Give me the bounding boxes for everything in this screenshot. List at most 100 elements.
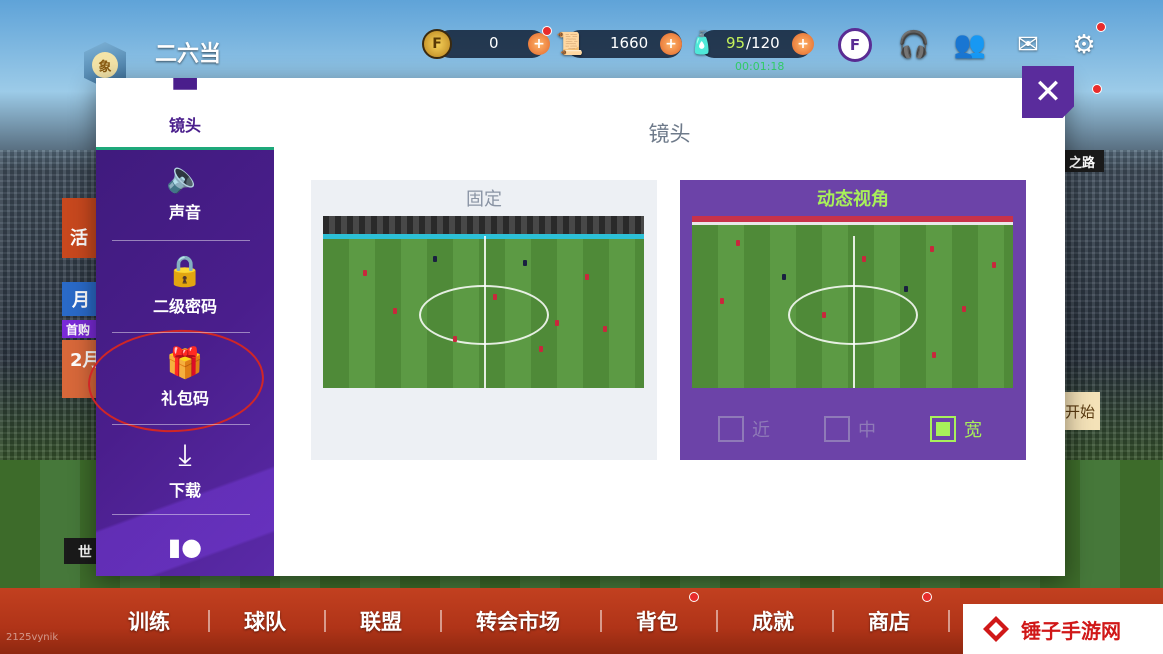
- menu-item-label: 声音: [168, 203, 201, 222]
- settings-modal: ▀ 镜头 🔈 声音 🔒 二级密码 🎁 礼包码 ⤓ 下载 ▮● 镜头 固定 动态视…: [96, 78, 1065, 576]
- player-marker: [555, 320, 559, 326]
- checkbox: [824, 416, 850, 442]
- nav-league[interactable]: 联盟: [360, 606, 402, 636]
- nav-team[interactable]: 球队: [244, 606, 286, 636]
- notification-dot: [542, 26, 552, 36]
- support-icon[interactable]: 🎧: [896, 28, 932, 62]
- menu-divider: [112, 240, 250, 241]
- nav-achievements[interactable]: 成就: [752, 606, 794, 636]
- account-icon: ▮●: [167, 533, 203, 561]
- player-marker: [720, 298, 724, 304]
- player-marker: [930, 246, 934, 252]
- nav-separator: [208, 610, 210, 632]
- player-marker: [433, 256, 437, 262]
- road-tag[interactable]: 之路: [1060, 150, 1104, 172]
- nav-separator: [948, 610, 950, 632]
- player-marker: [393, 308, 397, 314]
- lock-icon: 🔒: [166, 254, 204, 289]
- stands: [323, 216, 644, 236]
- start-button[interactable]: 开始: [1060, 392, 1100, 430]
- site-watermark: 锤子手游网: [963, 604, 1163, 654]
- camera-icon: ▀: [173, 78, 197, 108]
- player-marker: [539, 346, 543, 352]
- zoom-option-near[interactable]: 近: [718, 416, 770, 442]
- camera-option-fixed[interactable]: 固定: [311, 180, 657, 460]
- close-button[interactable]: ✕: [1022, 66, 1074, 118]
- camera-preview-fixed: [323, 216, 644, 388]
- nav-training[interactable]: 训练: [128, 606, 170, 636]
- nav-transfer-market[interactable]: 转会市场: [476, 606, 560, 636]
- menu-item-account[interactable]: ▮●: [96, 518, 274, 576]
- add-stamina-button[interactable]: +: [792, 33, 814, 55]
- checkbox: [718, 416, 744, 442]
- user-id: 2125vynik: [6, 632, 59, 643]
- notification-dot: [689, 592, 699, 602]
- friends-icon[interactable]: 👥: [952, 28, 988, 62]
- camera-option-dynamic[interactable]: 动态视角 近 中 宽: [680, 180, 1026, 460]
- side-banner-world-label: 世: [78, 545, 92, 561]
- player-marker: [932, 352, 936, 358]
- player-marker: [992, 262, 996, 268]
- tf-currency-icon[interactable]: F: [838, 28, 872, 62]
- zoom-option-medium[interactable]: 中: [824, 416, 876, 442]
- settings-sidebar: ▀ 镜头 🔈 声音 🔒 二级密码 🎁 礼包码 ⤓ 下载 ▮●: [96, 78, 274, 576]
- hammer-logo-icon: [983, 616, 1009, 642]
- side-banner-month-label: 月: [72, 290, 90, 311]
- ad-boards: [692, 222, 1013, 225]
- side-banner-first-label: 首购: [66, 323, 91, 337]
- add-coins-button[interactable]: +: [528, 33, 550, 55]
- player-marker: [603, 326, 607, 332]
- player-name[interactable]: 二六当: [155, 36, 221, 68]
- panel-title: 镜头: [648, 122, 691, 146]
- player-marker: [493, 294, 497, 300]
- player-marker: [822, 312, 826, 318]
- nav-shop[interactable]: 商店: [868, 606, 910, 636]
- player-marker: [736, 240, 740, 246]
- side-banner-activity-label: 活: [70, 228, 88, 249]
- top-bar: 象 二六当 F 0 + 📜 1660 + 🧴 95 /120 + 00:01:1…: [0, 0, 1163, 94]
- camera-preview-dynamic: [692, 216, 1013, 388]
- camera-option-label: 固定: [466, 189, 502, 210]
- notification-dot: [1096, 22, 1106, 32]
- watermark-text: 锤子手游网: [1021, 618, 1121, 643]
- nav-separator: [832, 610, 834, 632]
- menu-item-download[interactable]: ⤓ 下载: [96, 428, 274, 514]
- center-circle: [418, 285, 549, 346]
- menu-item-label: 下载: [168, 481, 201, 500]
- notification-dot: [922, 592, 932, 602]
- stamina-bottle-icon: 🧴: [688, 30, 716, 56]
- player-marker: [904, 286, 908, 292]
- player-marker: [782, 274, 786, 280]
- player-marker: [453, 336, 457, 342]
- menu-item-camera[interactable]: ▀ 镜头: [96, 78, 274, 150]
- menu-item-gift-code[interactable]: 🎁 礼包码: [96, 336, 274, 422]
- player-marker: [363, 270, 367, 276]
- checkbox: [930, 416, 956, 442]
- nav-separator: [716, 610, 718, 632]
- gear-icon[interactable]: ⚙: [1066, 28, 1102, 62]
- nav-backpack[interactable]: 背包: [636, 606, 678, 636]
- player-marker: [585, 274, 589, 280]
- contract-icon: 📜: [556, 31, 584, 57]
- add-contracts-button[interactable]: +: [660, 33, 682, 55]
- player-marker: [523, 260, 527, 266]
- nav-separator: [600, 610, 602, 632]
- camera-option-label: 动态视角: [817, 189, 889, 210]
- notification-dot: [1092, 84, 1102, 94]
- coins-value: 0: [489, 34, 499, 52]
- menu-divider: [112, 514, 250, 515]
- club-badge-emblem: 象: [92, 52, 118, 78]
- menu-item-label: 镜头: [168, 115, 201, 135]
- zoom-option-label: 宽: [964, 420, 982, 441]
- contracts-value: 1660: [610, 34, 649, 52]
- stamina-max: /120: [746, 34, 780, 52]
- zoom-options: 近 中 宽: [680, 416, 1026, 444]
- zoom-option-label: 近: [752, 420, 770, 441]
- zoom-option-wide[interactable]: 宽: [930, 416, 982, 442]
- mail-icon[interactable]: ✉: [1010, 28, 1046, 62]
- stamina-timer: 00:01:18: [735, 60, 785, 73]
- menu-item-sound[interactable]: 🔈 声音: [96, 150, 274, 236]
- speaker-icon: 🔈: [166, 160, 204, 195]
- player-marker: [962, 306, 966, 312]
- menu-item-password[interactable]: 🔒 二级密码: [96, 244, 274, 330]
